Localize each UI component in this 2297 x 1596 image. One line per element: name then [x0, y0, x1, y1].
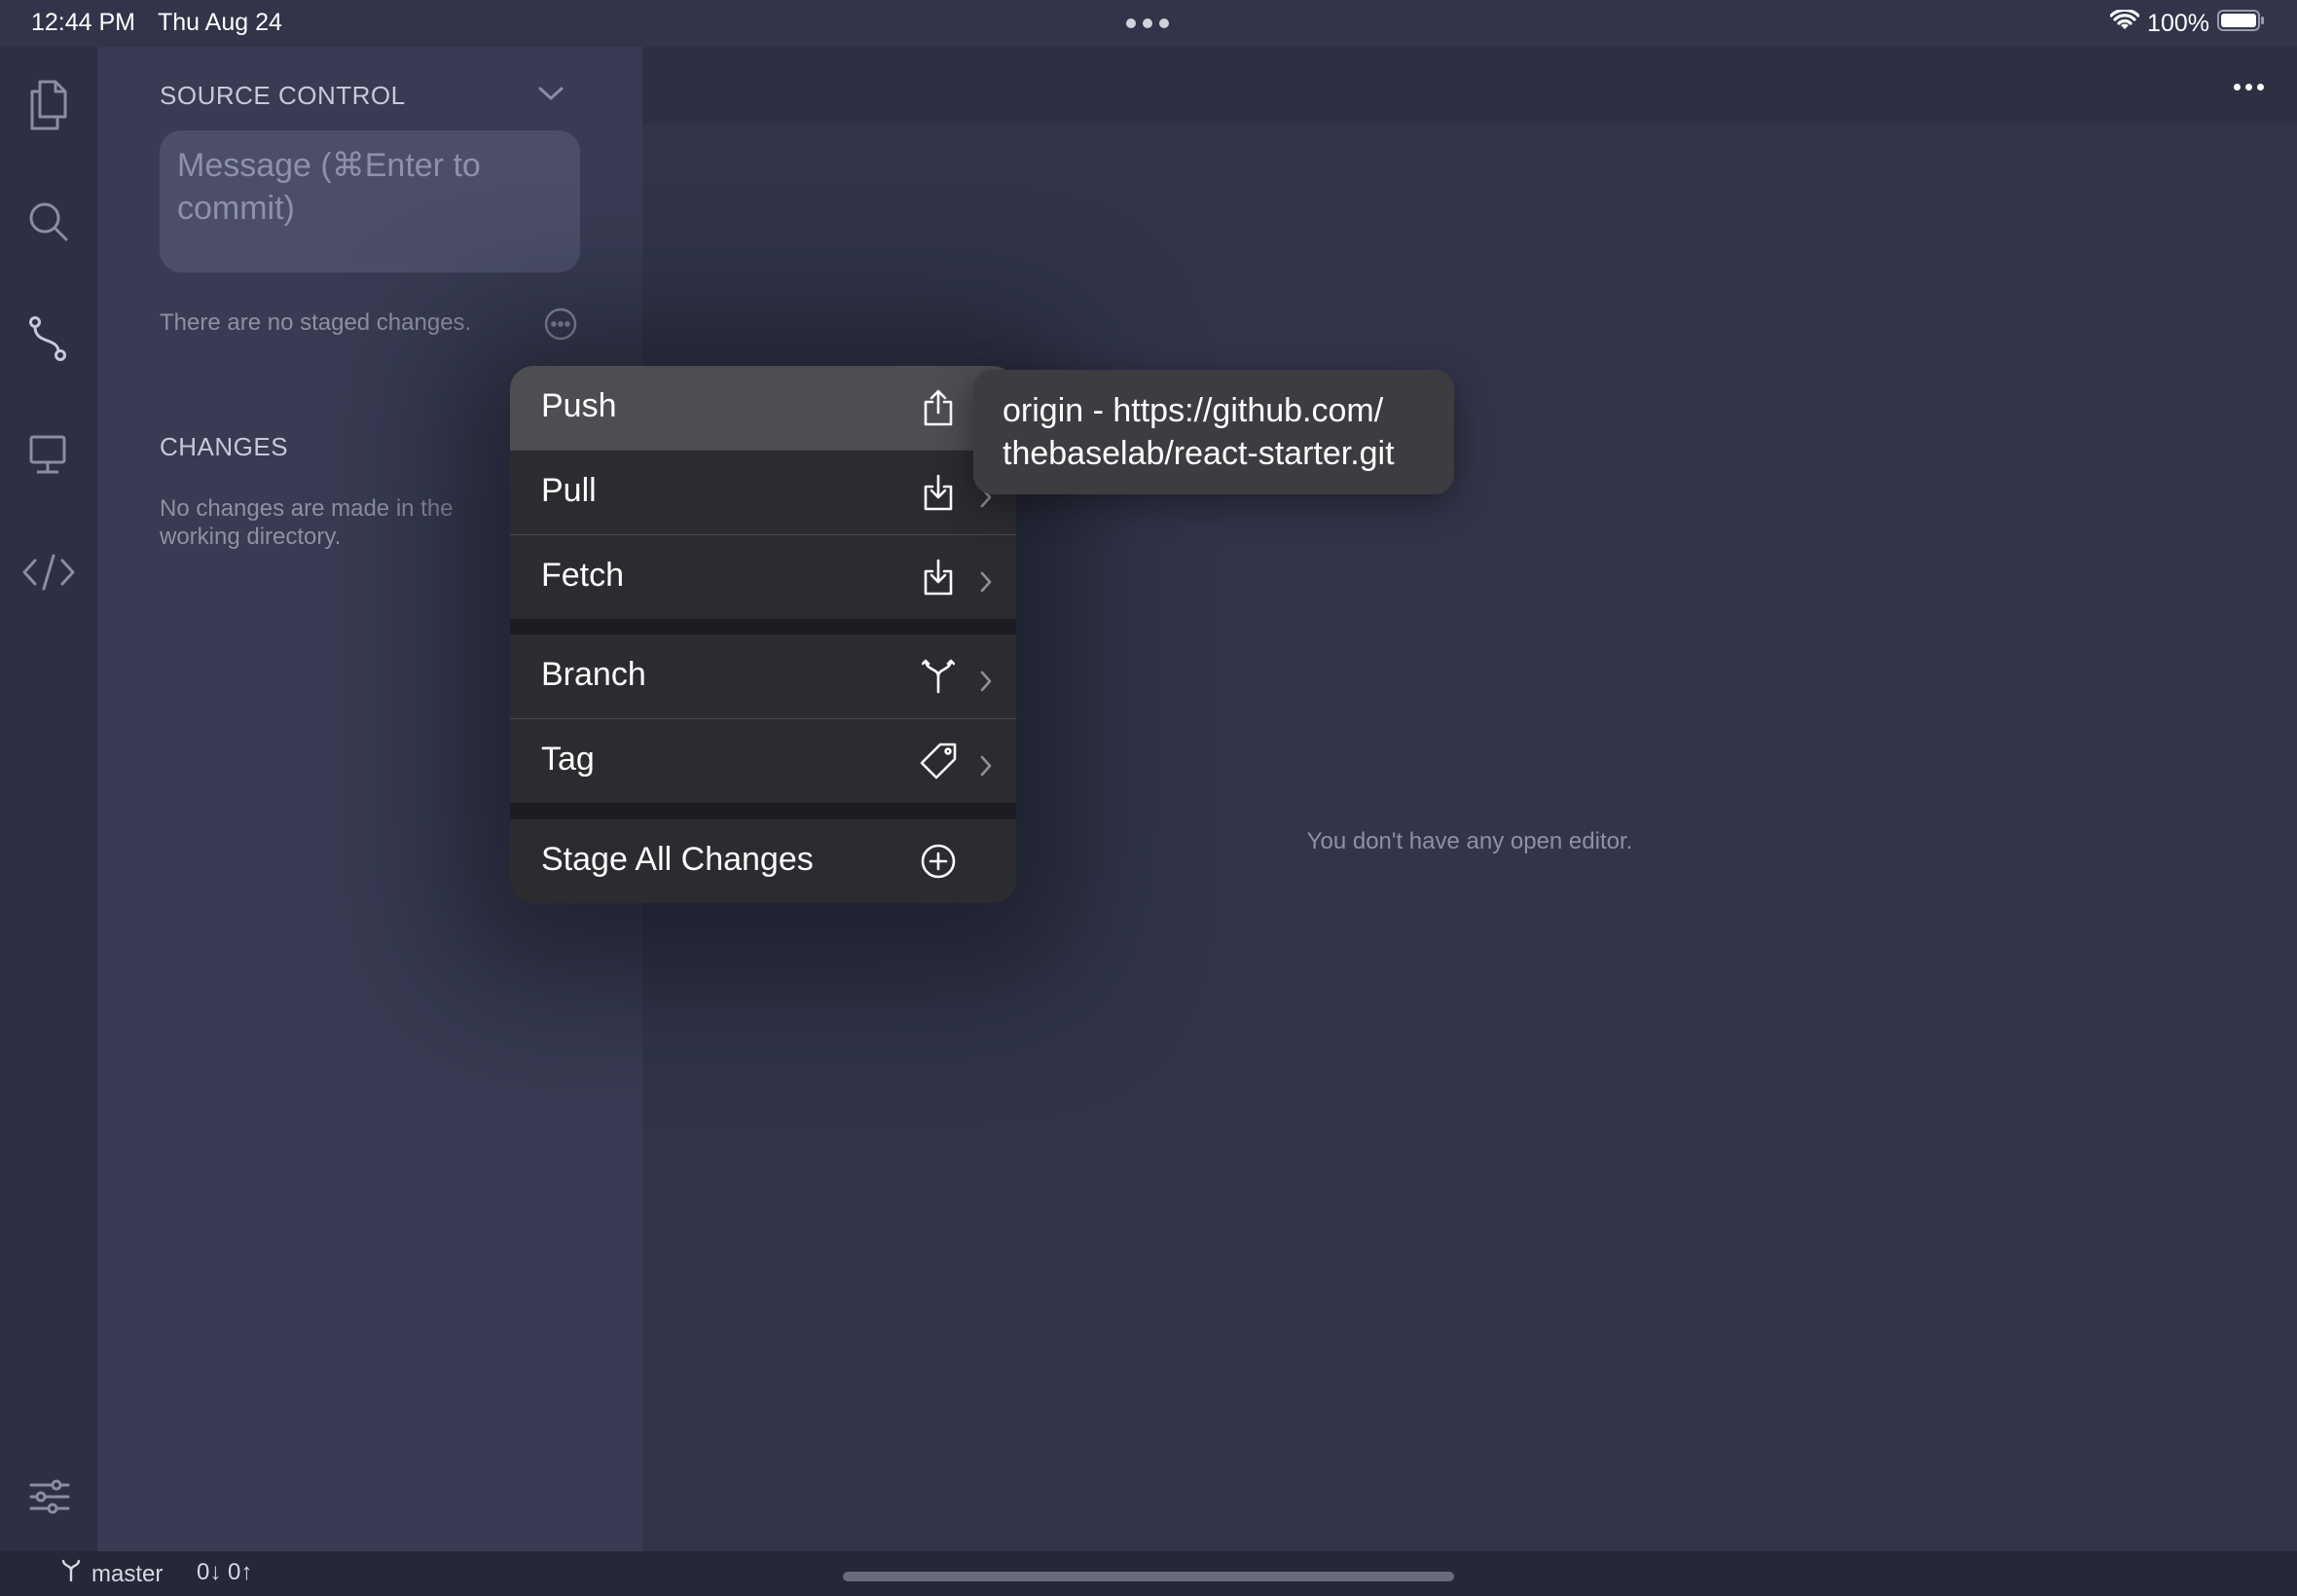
changes-title: CHANGES: [160, 432, 289, 461]
settings-sliders-icon[interactable]: [29, 1479, 70, 1519]
menu-item-label: Fetch: [541, 557, 625, 594]
chevron-right-icon: [979, 748, 993, 786]
search-icon[interactable]: [19, 193, 78, 251]
menu-item-push[interactable]: Push: [510, 366, 1016, 450]
files-icon[interactable]: [19, 76, 78, 134]
panel-title: SOURCE CONTROL: [160, 81, 406, 110]
menu-item-label: Pull: [541, 472, 597, 509]
menu-item-fetch[interactable]: Fetch: [510, 535, 1016, 619]
chevron-down-icon[interactable]: [537, 84, 565, 108]
battery-icon: [2217, 9, 2266, 39]
commit-message-input[interactable]: [160, 130, 580, 272]
tag-icon: [917, 740, 960, 782]
share-up-icon: [917, 386, 960, 429]
editor-tab-bar: [642, 47, 2297, 125]
chevron-right-icon: [979, 664, 993, 702]
multitasking-dots-icon[interactable]: [1126, 18, 1169, 28]
menu-item-tag[interactable]: Tag: [510, 719, 1016, 803]
editor-more-icon[interactable]: [2234, 84, 2264, 91]
status-bottom-bar: master 0↓ 0↑: [0, 1551, 2297, 1596]
home-indicator[interactable]: [843, 1572, 1454, 1581]
battery-percent: 100%: [2147, 10, 2209, 37]
branch-icon: [60, 1559, 82, 1589]
code-icon[interactable]: [19, 543, 78, 601]
plus-circle-icon: [917, 840, 960, 883]
branch-icon: [917, 655, 960, 698]
menu-item-branch[interactable]: Branch: [510, 635, 1016, 718]
git-actions-menu: Push Pull Fetch Branch Tag Stage All Cha…: [510, 366, 1016, 903]
more-options-icon[interactable]: [543, 307, 578, 346]
menu-item-label: Branch: [541, 656, 646, 693]
push-remote-submenu[interactable]: origin - https://github.com/ thebaselab/…: [973, 370, 1454, 494]
menu-item-label: Tag: [541, 741, 595, 778]
status-date: Thu Aug 24: [158, 9, 282, 36]
source-control-icon[interactable]: [19, 309, 78, 368]
status-time: 12:44 PM: [31, 9, 136, 36]
chevron-right-icon: [979, 564, 993, 602]
branch-indicator[interactable]: master: [60, 1559, 163, 1589]
status-bar: 12:44 PM Thu Aug 24 100%: [0, 0, 2297, 47]
activity-bar: [0, 47, 97, 1551]
menu-item-label: Stage All Changes: [541, 841, 814, 878]
remote-icon[interactable]: [19, 426, 78, 485]
remote-url-line2: thebaselab/react-starter.git: [1003, 435, 1395, 472]
menu-item-pull[interactable]: Pull: [510, 451, 1016, 534]
wifi-icon: [2109, 8, 2140, 38]
sync-status[interactable]: 0↓ 0↑: [197, 1559, 252, 1586]
changes-empty-text: No changes are made in the working direc…: [160, 495, 454, 550]
status-indicators: 100%: [2109, 8, 2266, 39]
download-icon: [917, 556, 960, 598]
menu-item-label: Push: [541, 387, 617, 424]
remote-url-line1: origin - https://github.com/: [1003, 392, 1384, 429]
download-icon: [917, 471, 960, 514]
staged-empty-text: There are no staged changes.: [160, 309, 472, 336]
menu-item-stage-all[interactable]: Stage All Changes: [510, 819, 1016, 903]
branch-name: master: [91, 1560, 164, 1587]
